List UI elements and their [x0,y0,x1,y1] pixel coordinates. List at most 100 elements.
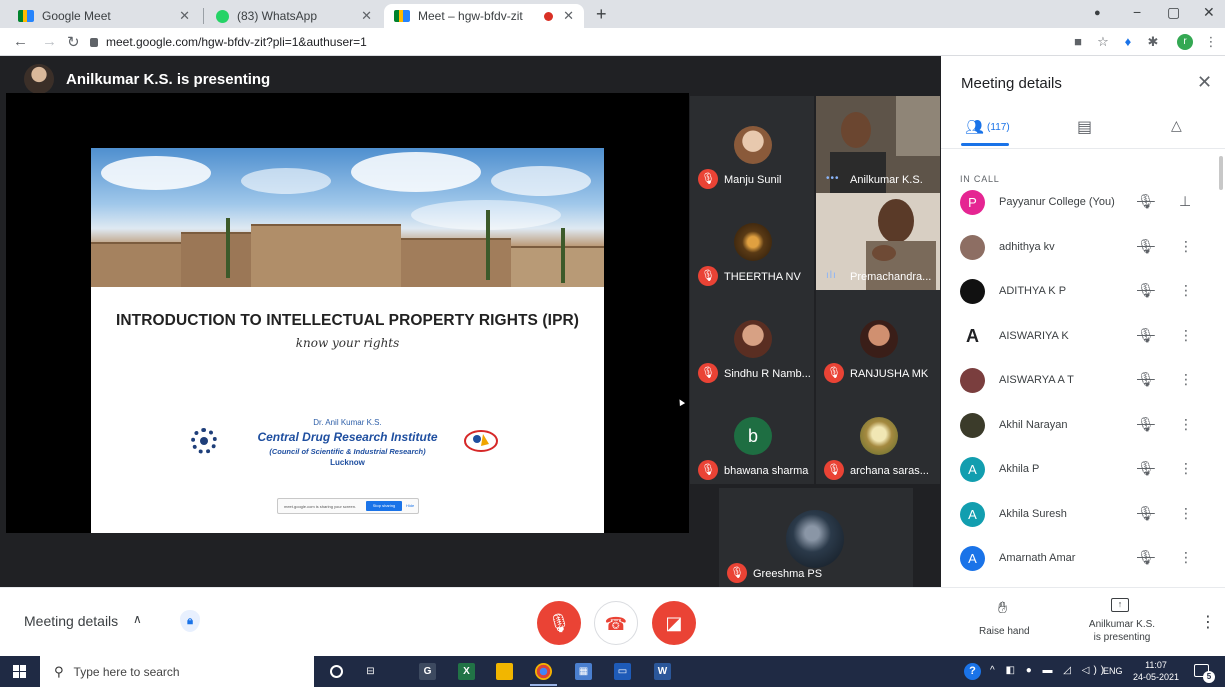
presenting-status[interactable]: is presenting [1086,632,1158,643]
participant-tile[interactable]: 🎙︎ Manju Sunil [690,96,814,193]
chevron-up-icon[interactable]: ∧ [133,612,142,626]
participant-row[interactable]: adhithya kv 🎙︎ ⋮ [941,228,1211,272]
camera-toggle-button[interactable]: ◪ [652,601,696,645]
cortana-icon[interactable] [330,665,343,678]
presenting-status[interactable]: Anilkumar K.S. [1086,619,1158,630]
chrome-icon[interactable] [535,663,552,680]
reload-button[interactable]: ↻ [67,33,80,51]
close-icon[interactable]: ✕ [1197,72,1212,93]
participant-name: Anilkumar K.S. [850,174,923,186]
more-options-icon[interactable]: ⋮ [1179,238,1193,255]
mic-off-icon: 🎙︎ [1137,549,1155,565]
calculator-icon[interactable]: ▦ [575,663,592,680]
language-indicator[interactable]: ENG [1103,666,1123,676]
participant-tile[interactable]: ••• Anilkumar K.S. [816,96,940,193]
file-explorer-icon[interactable] [496,663,513,680]
menu-dots-icon[interactable]: ⋮ [1203,34,1219,50]
more-options-icon[interactable]: ⋮ [1179,460,1193,477]
more-options-icon[interactable]: ⋮ [1179,505,1193,522]
minimize-button[interactable]: − [1133,4,1141,20]
meeting-details-button[interactable]: Meeting details [24,613,118,629]
microphone-toggle-button[interactable]: 🎙︎ [537,601,581,645]
avatar [960,279,985,304]
more-options-icon[interactable]: ⋮ [1179,371,1193,388]
phone-hangup-icon: ☎︎ [604,614,628,634]
hand-icon[interactable]: ✋︎ [998,600,1007,618]
activities-icon[interactable]: △ [1171,117,1182,134]
shield-icon[interactable]: 🔒︎ [180,610,200,632]
avatar [860,417,898,455]
chat-icon[interactable]: ▤ [1077,117,1092,137]
participant-row[interactable]: A Amarnath Amar 🎙︎ ⋮ [941,539,1211,583]
more-options-icon[interactable]: ⋮ [1179,327,1193,344]
participant-row[interactable]: AISWARYA A T 🎙︎ ⋮ [941,361,1211,405]
word-icon[interactable]: W [654,663,671,680]
participant-row[interactable]: ADITHYA K P 🎙︎ ⋮ [941,272,1211,316]
raise-hand-button[interactable]: Raise hand [979,626,1030,637]
participant-name: archana saras... [850,465,929,477]
app-icon[interactable]: G [419,663,436,680]
participant-row[interactable]: A Akhila P 🎙︎ ⋮ [941,450,1211,494]
participant-tile[interactable]: 🎙︎ THEERTHA NV [690,193,814,290]
more-options-icon[interactable]: ⋮ [1179,549,1193,566]
more-options-icon[interactable]: ⋮ [1179,416,1193,433]
more-options-icon[interactable]: ⋮ [1179,282,1193,299]
participant-tile[interactable]: 🎙︎ RANJUSHA MK [816,290,940,387]
participant-row[interactable]: A Akhila Suresh 🎙︎ ⋮ [941,495,1211,539]
task-view-icon[interactable]: ⊟ [362,663,379,680]
tab-meet-call[interactable]: Meet – hgw-bfdv-zit ✕ [384,4,584,28]
taskbar-search-input[interactable]: ⚲ Type here to search [40,656,314,687]
participant-name: RANJUSHA MK [850,368,929,380]
meet-icon [18,10,34,22]
help-icon[interactable]: ? [964,663,981,680]
panel-scrollbar[interactable] [1219,156,1223,190]
mic-off-icon: 🎙︎ [1137,504,1155,521]
search-placeholder: Type here to search [73,664,180,679]
maximize-button[interactable]: ▢ [1167,4,1180,21]
clock-date[interactable]: 24-05-2021 [1132,672,1180,682]
star-icon[interactable]: ☆ [1095,34,1111,50]
url-input[interactable]: meet.google.com/hgw-bfdv-zit?pli=1&authu… [90,31,1060,53]
mic-off-icon: 🎙︎ [1137,371,1155,387]
leave-call-button[interactable]: ☎︎ [594,601,638,645]
participant-tile[interactable]: 🎙︎ archana saras... [816,387,940,484]
hide-button[interactable]: Hide [406,501,414,511]
tab-people[interactable]: 👥︎ (117) [965,118,1010,136]
camera-indicator-icon[interactable]: ■ [1070,34,1086,50]
participant-row[interactable]: A AISWARIYA K 🎙︎ ⋮ [941,317,1211,361]
pin-icon[interactable]: ⊥ [1179,193,1191,210]
participant-tile[interactable]: 🎙︎ Sindhu R Namb... [690,290,814,387]
address-bar: ← → ↻ meet.google.com/hgw-bfdv-zit?pli=1… [0,28,1225,56]
participant-tile[interactable]: b 🎙︎ bhawana sharma [690,387,814,484]
participant-name: Sindhu R Namb... [724,368,811,380]
tab-whatsapp[interactable]: (83) WhatsApp ✕ [206,4,382,28]
screen-icon[interactable]: ▭ [614,663,631,680]
close-icon[interactable]: ✕ [361,8,372,24]
more-options-icon[interactable]: ⋮ [1200,612,1216,632]
profile-avatar[interactable]: r [1177,34,1193,50]
participant-row[interactable]: Akhil Narayan 🎙︎ ⋮ [941,406,1211,450]
participant-tile[interactable]: ılı Premachandra... [816,193,940,290]
close-icon[interactable]: ✕ [179,8,190,24]
system-tray-icons[interactable]: ^ ◧ ● ▬ ◿ ◁)) [990,665,1108,676]
extension-icon[interactable]: ♦ [1120,34,1136,50]
avatar [734,223,772,261]
new-tab-button[interactable]: + [596,4,607,25]
account-icon[interactable]: ● [1094,7,1101,19]
forward-button[interactable]: → [42,33,57,50]
windows-start-icon[interactable] [13,665,26,678]
presenter-header: Anilkumar K.S. is presenting [24,64,270,94]
close-icon[interactable]: ✕ [563,8,574,24]
clock-time[interactable]: 11:07 [1132,660,1180,670]
back-button[interactable]: ← [13,33,28,50]
present-screen-icon[interactable]: ↑ [1111,598,1129,612]
close-window-button[interactable]: ✕ [1203,4,1215,21]
stop-sharing-button[interactable]: Stop sharing [366,501,402,511]
participant-name: Akhil Narayan [999,418,1068,431]
puzzle-icon[interactable]: ✱ [1145,34,1161,50]
tab-google-meet[interactable]: Google Meet ✕ [8,4,200,28]
excel-icon[interactable]: X [458,663,475,680]
participant-row[interactable]: P Payyanur College (You) 🎙︎ ⊥ [941,183,1211,227]
panel-title: Meeting details [961,75,1062,92]
participant-tile[interactable]: 🎙︎ Greeshma PS [719,488,913,587]
